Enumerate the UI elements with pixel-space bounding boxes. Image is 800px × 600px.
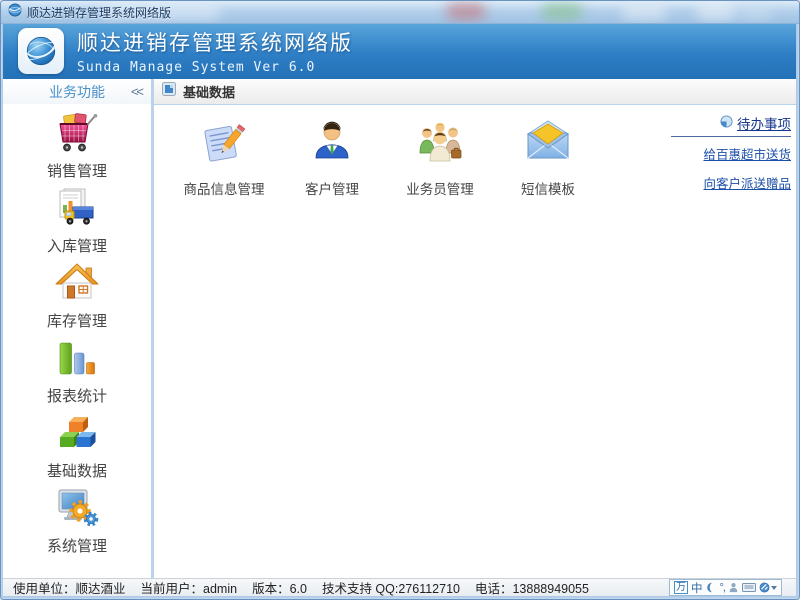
sidebar-collapse-button[interactable]: << [131,84,142,99]
document-pencil-icon [198,117,250,169]
shortcut-label: 短信模板 [521,178,575,198]
header-subtitle: Sunda Manage System Ver 6.0 [77,60,353,75]
sidebar-title: 业务功能 [49,82,105,102]
sidebar-item-system[interactable]: 系统管理 [3,484,151,559]
todo-separator [671,136,791,137]
shortcut-label: 商品信息管理 [184,178,265,198]
sidebar-item-label: 报表统计 [47,385,107,406]
header-text-block: 顺达进销存管理系统网络版 Sunda Manage System Ver 6.0 [77,27,353,75]
tab-basic-data[interactable]: 基础数据 [183,82,235,101]
sidebar-item-label: 销售管理 [47,160,107,181]
sidebar-item-reports[interactable]: 报表统计 [3,334,151,409]
sidebar-header: 业务功能 << [3,79,151,104]
window-frame [1,23,3,599]
people-group-icon [414,117,466,169]
shortcut-label: 业务员管理 [406,178,474,198]
sidebar-item-inbound[interactable]: 入库管理 [3,184,151,259]
dropdown-caret-icon [771,586,777,590]
aero-glass-blur [696,3,736,20]
window-frame [1,596,799,599]
todo-panel: 待办事项 给百惠超市送货 向客户派送赠品 [671,113,791,202]
ime-punctuation-button[interactable]: °, [720,582,725,594]
shortcut-label: 客户管理 [305,178,359,198]
sidebar-nav: 销售管理 [3,104,151,559]
sidebar-item-label: 基础数据 [47,460,107,481]
system-settings-icon [53,484,101,532]
sidebar-item-label: 入库管理 [47,235,107,256]
shortcut-customer[interactable]: 客户管理 [282,117,382,198]
pie-clock-icon [720,115,733,131]
header-title: 顺达进销存管理系统网络版 [77,27,353,57]
bar-chart-icon [53,334,101,382]
sidebar: 业务功能 << [3,79,151,579]
status-current-user: 当前用户：admin [141,578,238,597]
window-title: 顺达进销存管理系统网络版 [27,4,171,21]
window-frame [796,23,799,599]
halfwidth-moon-icon[interactable] [706,582,717,593]
sidebar-item-inventory[interactable]: 库存管理 [3,259,151,334]
titlebar: 顺达进销存管理系统网络版 [1,1,799,24]
globe-logo-icon [22,32,60,70]
window-grid-icon [162,82,176,101]
data-blocks-icon [53,409,101,457]
shortcut-product-info[interactable]: 商品信息管理 [174,117,274,198]
documents-truck-icon [53,184,101,232]
warehouse-house-icon [53,259,101,307]
todo-item-link[interactable]: 向客户派送赠品 [671,173,791,192]
shopping-cart-icon [53,109,101,157]
aero-glass-blur [739,3,773,20]
user-mode-icon[interactable] [728,582,739,593]
tab-bar: 基础数据 [154,79,796,105]
status-bar: 使用单位：顺达酒业 当前用户：admin 版本：6.0 技术支持 QQ:2761… [3,578,796,596]
status-support-qq: 技术支持 QQ:276112710 [322,578,460,597]
shortcut-sms-template[interactable]: 短信模板 [498,117,598,198]
main-area: 基础数据 [154,79,796,579]
app-window: 顺达进销存管理系统网络版 顺达进销存管理系统网络版 Sunda Manage S… [0,0,800,600]
aero-glass-blur [446,3,486,20]
ime-tools-icon[interactable] [759,582,777,593]
todo-title-link[interactable]: 待办事项 [720,113,791,133]
app-logo [18,28,64,74]
ime-language-bar[interactable]: 万 中 °, [669,579,782,596]
shortcut-salesman[interactable]: 业务员管理 [390,117,490,198]
sidebar-item-label: 系统管理 [47,535,107,556]
ime-chinese-mode-button[interactable]: 中 [691,580,703,596]
aero-glass-blur [621,3,667,20]
shortcut-grid: 商品信息管理 客户管理 [174,117,598,198]
sidebar-item-basic-data[interactable]: 基础数据 [3,409,151,484]
status-version: 版本：6.0 [252,578,307,597]
content-panel: 商品信息管理 客户管理 [154,105,796,579]
ime-input-method-button[interactable]: 万 [674,581,688,594]
app-header: 顺达进销存管理系统网络版 Sunda Manage System Ver 6.0 [3,23,796,79]
app-globe-icon [8,3,22,22]
soft-keyboard-icon[interactable] [742,582,756,593]
envelope-icon [522,117,574,169]
businessman-icon [306,117,358,169]
todo-title-text: 待办事项 [737,113,791,133]
todo-item-link[interactable]: 给百惠超市送货 [671,144,791,163]
sidebar-item-sales[interactable]: 销售管理 [3,109,151,184]
status-company: 使用单位：顺达酒业 [13,578,126,597]
sidebar-item-label: 库存管理 [47,310,107,331]
aero-glass-blur [541,3,583,20]
status-phone: 电话：13888949055 [475,578,589,597]
